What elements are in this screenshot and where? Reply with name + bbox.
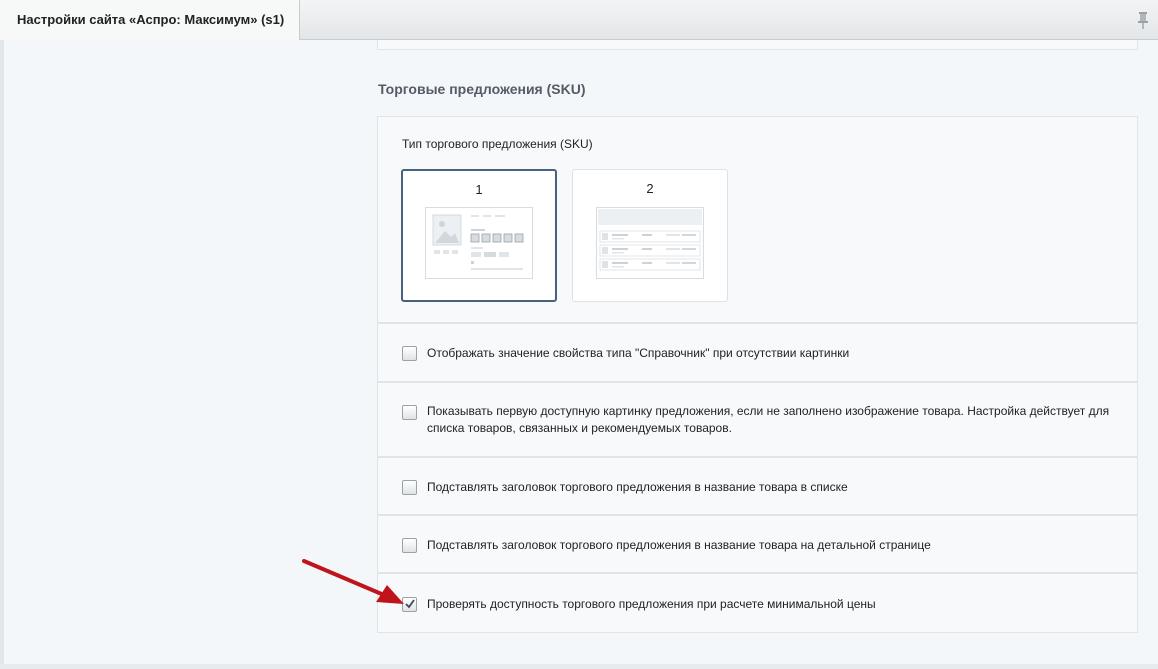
option-row: Проверять доступность торгового предложе… — [377, 573, 1138, 633]
tab-site-settings[interactable]: Настройки сайта «Аспро: Максимум» (s1) — [0, 0, 300, 40]
previous-panel-edge — [377, 40, 1138, 50]
sku-layout-preview-image — [596, 207, 704, 279]
sku-type-option-2[interactable]: 2 — [572, 169, 728, 302]
pin-icon[interactable] — [1136, 11, 1150, 29]
tab-bar: Настройки сайта «Аспро: Максимум» (s1) — [0, 0, 1158, 40]
option-label: Показывать первую доступную картинку пре… — [427, 404, 1110, 435]
option-row: Показывать первую доступную картинку пре… — [377, 382, 1138, 457]
option-checkbox[interactable] — [402, 405, 417, 420]
sku-layout-preview-image — [425, 207, 533, 279]
option-label: Подставлять заголовок торгового предложе… — [427, 480, 848, 494]
left-gutter — [0, 40, 4, 669]
bottom-edge — [0, 664, 1158, 669]
option-label: Отображать значение свойства типа "Справ… — [427, 346, 850, 360]
section-title: Торговые предложения (SKU) — [378, 81, 586, 97]
option-checkbox[interactable] — [402, 346, 417, 361]
option-label: Подставлять заголовок торгового предложе… — [427, 538, 931, 552]
sku-type-option-1[interactable]: 1 — [401, 169, 557, 302]
option-row: Отображать значение свойства типа "Справ… — [377, 323, 1138, 382]
annotation-arrow-icon — [302, 559, 404, 604]
sku-type-option-number: 1 — [475, 182, 483, 197]
sku-type-label: Тип торгового предложения (SKU) — [402, 137, 593, 151]
settings-content: Торговые предложения (SKU) Тип торгового… — [0, 40, 1158, 669]
option-row: Подставлять заголовок торгового предложе… — [377, 515, 1138, 573]
option-checkbox[interactable] — [402, 538, 417, 553]
option-label: Проверять доступность торгового предложе… — [427, 597, 876, 611]
option-row: Подставлять заголовок торгового предложе… — [377, 457, 1138, 515]
sku-type-panel: Тип торгового предложения (SKU) 1 2 — [377, 116, 1138, 323]
sku-type-option-number: 2 — [646, 181, 654, 196]
option-checkbox[interactable] — [402, 480, 417, 495]
